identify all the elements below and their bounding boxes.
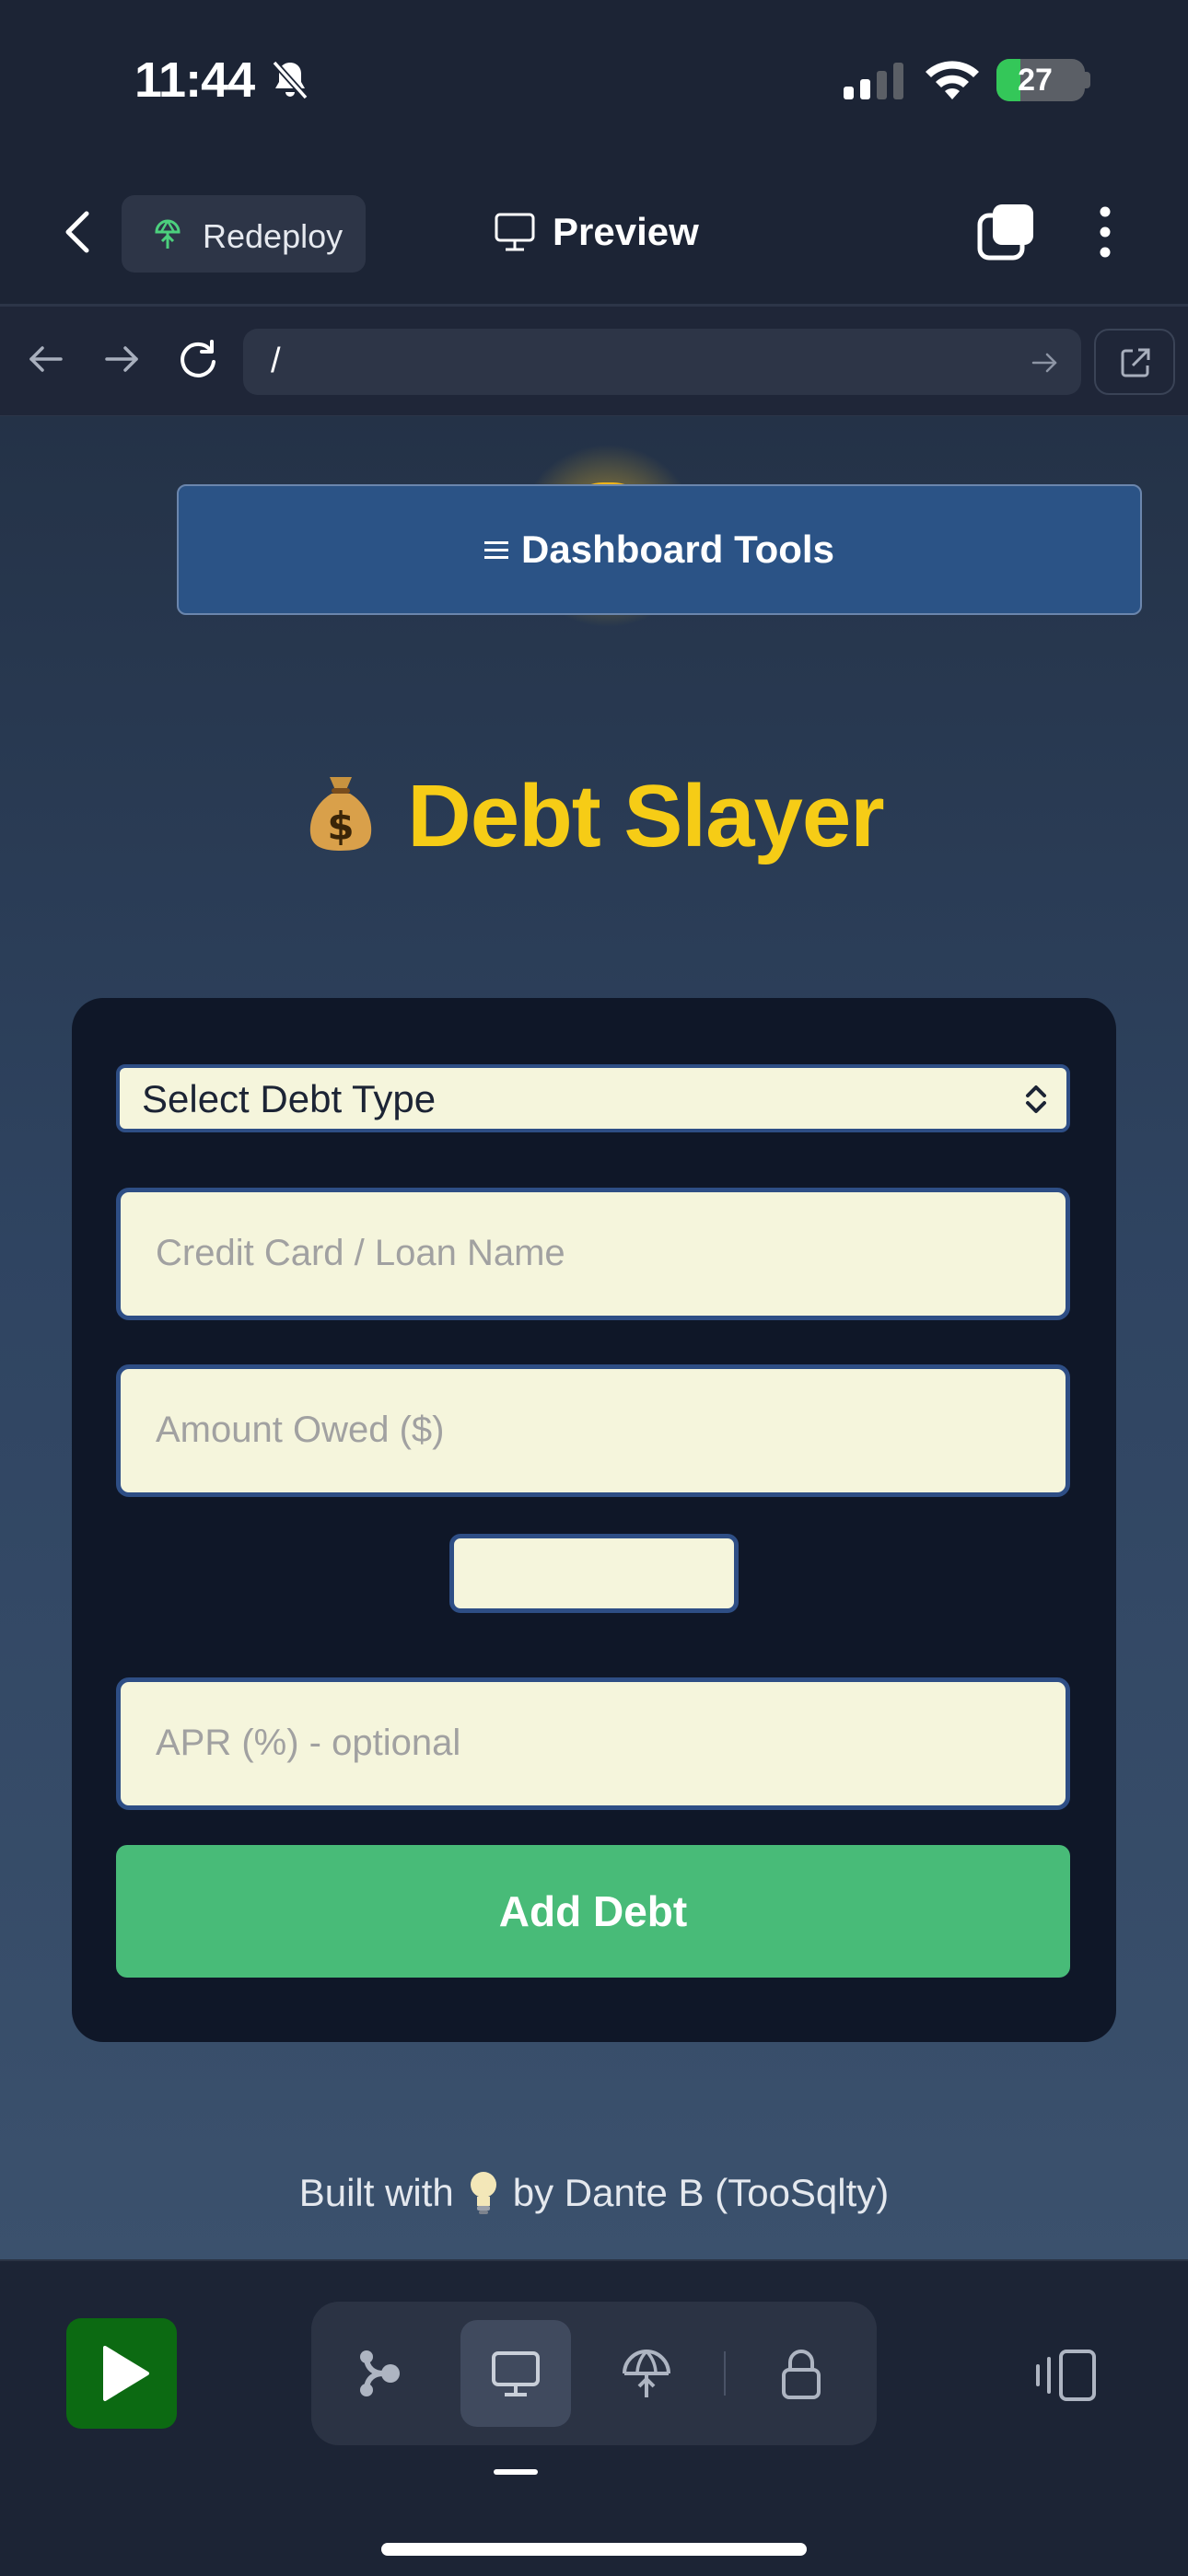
dashboard-tools-label: Dashboard Tools (521, 528, 834, 571)
apr-input[interactable]: APR (%) - optional (116, 1677, 1070, 1810)
amount-owed-input[interactable]: Amount Owed ($) (116, 1364, 1070, 1497)
light-bulb-icon (470, 2171, 496, 2214)
deploy-tab[interactable] (591, 2320, 702, 2427)
toolbar-divider (724, 2351, 726, 2396)
open-external-button[interactable] (1094, 329, 1175, 395)
external-link-icon (1121, 348, 1150, 377)
hamburger-icon (484, 540, 509, 559)
debt-name-placeholder: Credit Card / Loan Name (156, 1233, 565, 1273)
status-time: 11:44 (134, 52, 255, 108)
cellular-signal-icon (844, 63, 903, 99)
device-switch-icon[interactable] (1033, 2348, 1098, 2403)
chevron-left-icon[interactable] (55, 204, 101, 260)
arrow-left-icon[interactable] (24, 338, 66, 380)
battery-percent: 27 (1018, 63, 1053, 98)
footer-suffix: by Dante B (TooSqlty) (512, 2171, 890, 2214)
debt-name-input[interactable]: Credit Card / Loan Name (116, 1188, 1070, 1320)
footer-credit: Built with by Dante B (TooSqlty) (0, 2171, 1188, 2219)
page-title-text: Debt Slayer (407, 767, 884, 865)
more-vertical-icon[interactable] (1087, 203, 1124, 261)
debt-type-select-value: Select Debt Type (142, 1077, 437, 1120)
redeploy-label: Redeploy (203, 217, 344, 255)
workflow-tab[interactable] (324, 2320, 435, 2427)
svg-text:$: $ (328, 804, 355, 849)
tree-deploy-icon (155, 219, 181, 249)
workflow-icon (360, 2350, 400, 2396)
deploy-icon (623, 2350, 670, 2397)
monitor-icon (492, 2351, 540, 2396)
home-indicator (381, 2543, 807, 2556)
secrets-tab[interactable] (746, 2320, 856, 2427)
debt-type-select[interactable]: Select Debt Type (116, 1064, 1070, 1132)
apr-placeholder: APR (%) - optional (156, 1723, 461, 1763)
url-text: / (271, 342, 281, 380)
url-input[interactable]: / (243, 329, 1081, 395)
money-bag-icon: $ (310, 777, 372, 851)
top-navigation: Redeploy Preview (0, 157, 1188, 307)
amount-owed-placeholder: Amount Owed ($) (156, 1410, 445, 1450)
tabs-icon[interactable] (976, 203, 1035, 261)
url-bar: / (0, 307, 1188, 417)
battery-indicator: 27 (996, 59, 1085, 101)
preview-label: Preview (553, 210, 699, 253)
webview-tab[interactable] (460, 2320, 571, 2427)
select-chevron-icon (1026, 1085, 1046, 1113)
bottom-toolbar (0, 2259, 1188, 2576)
due-date-input[interactable] (449, 1534, 739, 1613)
page-title: $ Debt Slayer (0, 766, 1188, 867)
status-bar: 11:44 27 (0, 0, 1188, 157)
lock-icon (782, 2350, 821, 2399)
run-button[interactable] (66, 2318, 177, 2429)
arrow-right-icon[interactable] (101, 338, 144, 380)
webview-content: Dashboard Tools $ Debt Slayer Select Deb… (0, 416, 1188, 2259)
bell-slash-icon (272, 60, 309, 100)
reload-icon[interactable] (177, 338, 219, 380)
monitor-icon (495, 213, 535, 251)
arrow-right-icon[interactable] (1030, 347, 1061, 378)
add-debt-button[interactable]: Add Debt (116, 1845, 1070, 1978)
tool-switcher (311, 2302, 877, 2445)
footer-prefix: Built with (298, 2171, 454, 2214)
debt-form-card: Select Debt Type Credit Card / Loan Name… (72, 998, 1116, 2042)
play-icon (103, 2346, 149, 2401)
active-tool-indicator (494, 2469, 538, 2475)
wifi-icon (926, 61, 979, 99)
battery-tip (1085, 72, 1090, 88)
dashboard-tools-button[interactable]: Dashboard Tools (177, 484, 1142, 615)
redeploy-button[interactable]: Redeploy (122, 195, 366, 273)
